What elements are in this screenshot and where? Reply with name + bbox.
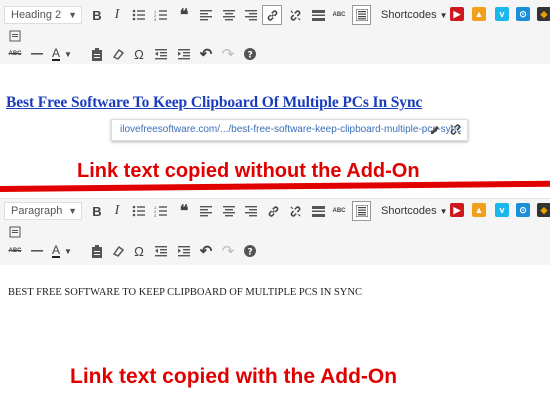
bold-button[interactable]: B bbox=[88, 201, 106, 221]
shortcodes-label: Shortcodes bbox=[381, 205, 437, 217]
shortcodes-label: Shortcodes bbox=[381, 9, 437, 21]
shortcodes-menu[interactable]: Shortcodes ▼ bbox=[381, 202, 448, 221]
align-left-icon[interactable] bbox=[197, 5, 215, 25]
special-character-icon[interactable]: Ω bbox=[130, 44, 148, 64]
bullet-list-icon[interactable] bbox=[130, 5, 148, 25]
spellcheck-abc-label: ABC bbox=[332, 208, 346, 214]
svg-text:?: ? bbox=[248, 51, 253, 61]
clear-formatting-icon[interactable] bbox=[109, 241, 127, 261]
align-right-icon[interactable] bbox=[242, 5, 260, 25]
bottom-toolbar-row-2: ABC A ▼ Ω ↶ ↷ ? bbox=[0, 239, 550, 263]
indent-icon[interactable] bbox=[175, 44, 193, 64]
vimeo-icon[interactable]: v bbox=[495, 7, 509, 21]
blockquote-icon[interactable]: ❝ bbox=[175, 201, 193, 221]
help-icon[interactable]: ? bbox=[241, 241, 259, 261]
plugin-icon[interactable]: ◆ bbox=[537, 203, 550, 217]
outdent-icon[interactable] bbox=[152, 44, 170, 64]
video-icon[interactable]: ⊙ bbox=[516, 7, 530, 21]
vine-icon[interactable]: ▲ bbox=[472, 203, 486, 217]
format-select[interactable]: Heading 2 ▼ bbox=[4, 6, 82, 24]
link-url[interactable]: ilovefreesoftware.com/.../best-free-soft… bbox=[120, 124, 461, 135]
edit-link-icon[interactable] bbox=[429, 123, 441, 141]
paste-as-text-icon[interactable] bbox=[88, 241, 106, 261]
text-color-icon[interactable]: A ▼ bbox=[52, 241, 72, 261]
format-select-value: Paragraph bbox=[11, 205, 63, 217]
paste-as-text-icon[interactable] bbox=[88, 44, 106, 64]
top-toolbar-row-1: Heading 2 ▼ B I 123 ❝ ABC Shortcodes ▼ ▶… bbox=[0, 3, 550, 27]
vimeo-icon[interactable]: v bbox=[495, 203, 509, 217]
chevron-down-icon: ▼ bbox=[68, 10, 77, 20]
special-character-icon[interactable]: Ω bbox=[130, 241, 148, 261]
svg-text:3: 3 bbox=[154, 17, 157, 21]
spellcheck-abc-label: ABC bbox=[332, 12, 346, 18]
clear-formatting-icon[interactable] bbox=[109, 44, 127, 64]
plain-text-paragraph[interactable]: BEST FREE SOFTWARE TO KEEP CLIPBOARD OF … bbox=[8, 287, 362, 298]
shortcodes-menu[interactable]: Shortcodes ▼ bbox=[381, 6, 448, 25]
bold-button[interactable]: B bbox=[88, 5, 106, 25]
youtube-icon[interactable]: ▶ bbox=[450, 203, 464, 217]
strikethrough-abc-label: ABC bbox=[8, 51, 22, 57]
italic-button[interactable]: I bbox=[108, 5, 126, 25]
undo-icon[interactable]: ↶ bbox=[197, 241, 215, 261]
spellcheck-icon[interactable]: ABC bbox=[330, 5, 348, 25]
text-color-icon[interactable]: A ▼ bbox=[52, 44, 72, 64]
horizontal-line-icon[interactable] bbox=[28, 44, 46, 64]
numbered-list-icon[interactable]: 123 bbox=[152, 5, 170, 25]
strikethrough-icon[interactable]: ABC bbox=[6, 44, 24, 64]
align-right-icon[interactable] bbox=[242, 201, 260, 221]
read-more-icon[interactable] bbox=[309, 201, 327, 221]
blockquote-icon[interactable]: ❝ bbox=[175, 5, 193, 25]
outdent-icon[interactable] bbox=[152, 241, 170, 261]
link-popup: ilovefreesoftware.com/.../best-free-soft… bbox=[111, 119, 468, 141]
unlink-icon[interactable] bbox=[286, 201, 304, 221]
chevron-down-icon: ▼ bbox=[68, 206, 77, 216]
remove-link-icon[interactable] bbox=[449, 123, 462, 141]
bullet-list-icon[interactable] bbox=[130, 201, 148, 221]
chevron-down-icon: ▼ bbox=[439, 207, 448, 216]
spellcheck-icon[interactable]: ABC bbox=[330, 201, 348, 221]
bottom-caption: Link text copied with the Add-On bbox=[70, 365, 398, 388]
svg-text:3: 3 bbox=[154, 213, 157, 217]
svg-text:?: ? bbox=[248, 248, 253, 258]
strikethrough-abc-label: ABC bbox=[8, 248, 22, 254]
horizontal-line-icon[interactable] bbox=[28, 241, 46, 261]
numbered-list-icon[interactable]: 123 bbox=[152, 201, 170, 221]
format-select[interactable]: Paragraph ▼ bbox=[4, 202, 82, 220]
headline-link[interactable]: Best Free Software To Keep Clipboard Of … bbox=[6, 94, 422, 112]
align-left-icon[interactable] bbox=[197, 201, 215, 221]
vine-icon[interactable]: ▲ bbox=[472, 7, 486, 21]
top-caption: Link text copied without the Add-On bbox=[77, 160, 420, 182]
undo-icon[interactable]: ↶ bbox=[197, 44, 215, 64]
format-select-value: Heading 2 bbox=[11, 9, 62, 21]
align-center-icon[interactable] bbox=[220, 5, 238, 25]
redo-icon[interactable]: ↷ bbox=[219, 241, 237, 261]
indent-icon[interactable] bbox=[175, 241, 193, 261]
toolbar-toggle-icon[interactable] bbox=[352, 5, 371, 25]
strikethrough-icon[interactable]: ABC bbox=[6, 241, 24, 261]
read-more-icon[interactable] bbox=[309, 5, 327, 25]
toolbar-toggle-icon[interactable] bbox=[352, 201, 371, 221]
unlink-icon[interactable] bbox=[286, 5, 304, 25]
insert-link-icon[interactable] bbox=[262, 5, 282, 25]
align-center-icon[interactable] bbox=[220, 201, 238, 221]
youtube-icon[interactable]: ▶ bbox=[450, 7, 464, 21]
redo-icon[interactable]: ↷ bbox=[219, 44, 237, 64]
insert-link-icon[interactable] bbox=[264, 201, 282, 221]
video-icon[interactable]: ⊙ bbox=[516, 203, 530, 217]
top-toolbar-row-2: ABC A ▼ Ω ↶ ↷ ? bbox=[0, 42, 550, 66]
bottom-toolbar: Paragraph ▼ B I 123 ❝ ABC Shortcodes ▼ ▶… bbox=[0, 198, 550, 266]
italic-button[interactable]: I bbox=[108, 201, 126, 221]
help-icon[interactable]: ? bbox=[241, 44, 259, 64]
plugin-icon[interactable]: ◆ bbox=[537, 7, 550, 21]
top-toolbar: Heading 2 ▼ B I 123 ❝ ABC Shortcodes ▼ ▶… bbox=[0, 0, 550, 65]
bottom-toolbar-row-1: Paragraph ▼ B I 123 ❝ ABC Shortcodes ▼ ▶… bbox=[0, 199, 550, 223]
chevron-down-icon: ▼ bbox=[439, 11, 448, 20]
